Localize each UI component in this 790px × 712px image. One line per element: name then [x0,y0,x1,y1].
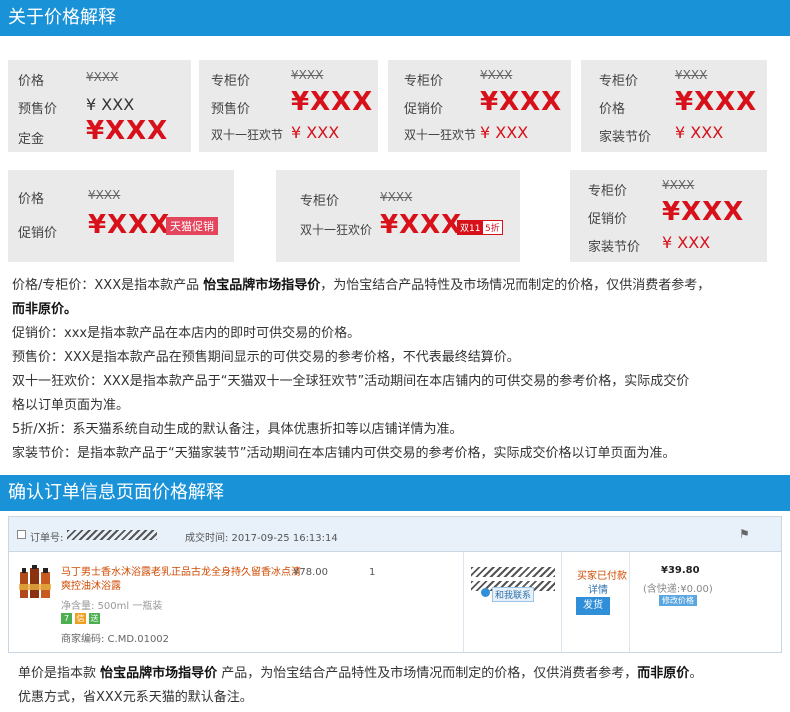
details-link[interactable]: 详情 [588,581,608,596]
double11-label: 双十一狂欢节 [211,128,284,142]
counter-price-label: 专柜价 [404,74,444,89]
buyer-redacted [471,567,555,577]
explanation-double11-cont: 格以订单页面为准。 [12,398,130,413]
footer-text: 单价是指本款 [18,666,101,681]
counter-price-label: 专柜价 [211,74,251,89]
badge-credit-icon: 信 [75,613,86,624]
double11-tag: 双11 [457,220,484,235]
flag-icon[interactable]: ⚑ [739,527,750,541]
shipping-fee: (含快递:¥0.00) [643,584,713,595]
expl-text: ，为怡宝结合产品特性及市场情况而制定的价格，仅供消费者参考， [320,278,711,293]
promo-label: 促销价 [18,226,58,241]
divider [629,552,630,652]
counter-price-label: 专柜价 [300,194,340,209]
price-box-4: 专柜价 ¥XXX 价格 ¥XXX 家装节价 ¥ XXX [581,60,767,152]
price-label: 价格 [599,102,626,117]
quantity: 1 [369,567,376,578]
footer-line-2: 优惠方式，省XXX元系天猫的默认备注。 [18,690,253,705]
home-fest-label: 家装节价 [588,240,641,255]
deposit-value: ¥XXX [86,116,169,146]
section-title: 关于价格解释 [8,7,116,28]
deal-time: 成交时间: 2017-09-25 16:13:14 [185,533,338,544]
order-status: 买家已付款 [577,571,627,582]
product-name-line1[interactable]: 马丁男士香水沐浴露老乳正品古龙全身持久留香冰点清 [61,563,301,578]
price-value: ¥XXX [86,70,119,84]
price-value: ¥XXX [675,87,758,117]
order-total: ¥39.80 [661,565,700,576]
section-header-order: 确认订单信息页面价格解释 [0,475,790,511]
double11-value: ¥ XXX [480,123,529,142]
badge-7day-icon: 7 [61,613,72,624]
promo-value: ¥XXX [88,210,171,240]
divider [561,552,562,652]
counter-price-value: ¥XXX [480,68,513,82]
expl-bold: 怡宝品牌市场指导价 [203,278,321,293]
footer-bold: 怡宝品牌市场指导价 [100,666,218,681]
home-fest-label: 家装节价 [599,130,652,145]
footer-text: 产品，为怡宝结合产品特性及市场情况而制定的价格，仅供消费者参考， [217,666,638,681]
presale-label: 预售价 [18,102,58,117]
explanation-line-1: 价格/专柜价：XXX是指本款产品 怡宝品牌市场指导价，为怡宝结合产品特性及市场情… [12,274,710,293]
section-header-price: 关于价格解释 [0,0,790,36]
home-fest-value: ¥ XXX [675,123,724,142]
explanation-discount: 5折/X折：系天猫系统自动生成的默认备注，具体优惠折扣等以店铺详情为准。 [12,422,463,437]
explanation-home-fest: 家装节价：是指本款产品于“天猫家装节”活动期间在本店铺内可供交易的参考价格，实际… [12,446,676,461]
price-box-2: 专柜价 ¥XXX 预售价 ¥XXX 双十一狂欢节 ¥ XXX [199,60,378,152]
presale-label: 预售价 [211,102,251,117]
price-box-1: 价格 ¥XXX 预售价 ¥ XXX 定金 ¥XXX [8,60,191,152]
price-box-6: 专柜价 ¥XXX 双十一狂欢价 ¥XXX 双11 5折 [276,170,520,262]
contact-seller-button[interactable]: 和我联系 [492,587,535,602]
double11-label: 双十一狂欢价 [300,223,373,237]
presale-value: ¥XXX [291,87,374,117]
net-content: 净含量: 500ml 一瓶装 [61,601,163,612]
price-box-5: 价格 ¥XXX 促销价 ¥XXX 天猫促销 [8,170,234,262]
counter-price-label: 专柜价 [588,184,628,199]
counter-price-value: ¥XXX [662,178,695,192]
tmall-promo-tag: 天猫促销 [166,217,218,235]
explanation-promo: 促销价：xxx是指本款产品在本店内的即时可供交易的价格。 [12,326,361,341]
double11-value: ¥ XXX [291,123,340,142]
presale-value: ¥ XXX [86,95,135,114]
section-title: 确认订单信息页面价格解释 [8,482,224,503]
explanation-presale: 预售价：XXX是指本款产品在预售期间显示的可供交易的参考价格，不代表最终结算价。 [12,350,520,365]
price-box-3: 专柜价 ¥XXX 促销价 ¥XXX 双十一狂欢节 ¥ XXX [388,60,571,152]
counter-price-label: 专柜价 [599,74,639,89]
double11-value: ¥XXX [380,210,463,240]
price-value: ¥XXX [88,188,121,202]
merchant-code: 商家编码: C.MD.01002 [61,634,170,645]
promo-value: ¥XXX [662,197,745,227]
ship-button[interactable]: 发货 [576,597,610,615]
footer-bold: 而非原价 [637,666,690,681]
deposit-label: 定金 [18,132,45,147]
chat-icon[interactable] [481,588,490,597]
double11-label: 双十一狂欢节 [404,128,477,142]
divider [463,552,464,652]
price-label: 价格 [18,74,45,89]
explanation-double11: 双十一狂欢价：XXX是指本款产品于“天猫双十一全球狂欢节”活动期间在本店铺内的可… [12,374,690,389]
order-panel: 订单号: 成交时间: 2017-09-25 16:13:14 ⚑ 马丁男士香水沐… [8,516,782,653]
order-header: 订单号: 成交时间: 2017-09-25 16:13:14 ⚑ [9,517,781,552]
price-box-7: 专柜价 ¥XXX 促销价 ¥XXX 家装节价 ¥ XXX [570,170,767,262]
discount-tag: 5折 [482,220,503,235]
price-label: 价格 [18,192,45,207]
promo-value: ¥XXX [480,87,563,117]
counter-price-value: ¥XXX [291,68,324,82]
order-no-redacted [67,530,157,540]
promo-label: 促销价 [404,102,444,117]
product-thumbnail[interactable] [17,564,55,602]
counter-price-value: ¥XXX [380,190,413,204]
explanation-line-2: 而非原价。 [12,302,78,317]
modify-price-button[interactable]: 修改价格 [659,595,697,606]
footer-text: 。 [689,666,703,681]
home-fest-value: ¥ XXX [662,233,711,252]
order-checkbox[interactable] [17,530,26,539]
promo-label: 促销价 [588,212,628,227]
order-no-label: 订单号: [30,533,64,544]
product-name-line2[interactable]: 爽控油沐浴露 [61,577,121,592]
expl-text: 价格/专柜价：XXX是指本款产品 [12,278,204,293]
counter-price-value: ¥XXX [675,68,708,82]
badge-gift-icon: 送 [89,613,100,624]
unit-price: ¥78.00 [293,567,328,578]
footer-line-1: 单价是指本款 怡宝品牌市场指导价 产品，为怡宝结合产品特性及市场情况而制定的价格… [18,662,702,681]
